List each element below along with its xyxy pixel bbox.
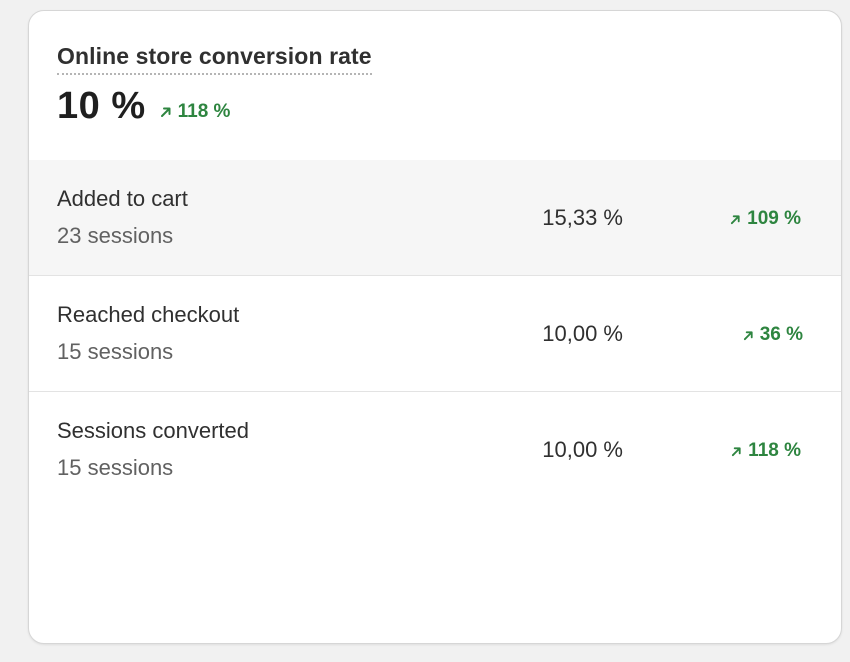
row-change: 109 % [730,208,801,230]
change-value: 118 % [748,440,801,461]
row-rate: 10,00 % [542,437,623,462]
conversion-rate-card: Online store conversion rate 10 % 118 % … [28,10,842,644]
conversion-rate-value: 10 % [57,85,146,127]
card-header: Online store conversion rate 10 % 118 % [29,11,841,129]
row-sessions: 23 sessions [57,223,174,248]
arrow-up-right-icon [731,214,740,224]
change-value: 109 % [747,208,801,229]
arrow-up-right-icon [732,446,741,456]
funnel-list: Added to cart 23 sessions 15,33 % 109 % … [29,160,841,508]
row-change: 118 % [731,440,801,462]
funnel-row-sessions-converted[interactable]: Sessions converted 15 sessions 10,00 % 1… [29,392,841,508]
funnel-row-added-to-cart[interactable]: Added to cart 23 sessions 15,33 % 109 % [29,160,841,276]
metric-row: 10 % 118 % [57,85,841,128]
conversion-rate-change: 118 % [160,101,231,123]
funnel-row-reached-checkout[interactable]: Reached checkout 15 sessions 10,00 % 36 … [29,276,841,392]
row-sessions: 15 sessions [57,455,174,480]
row-label: Sessions converted [57,418,249,443]
change-value: 36 % [759,324,803,345]
card-title[interactable]: Online store conversion rate [57,43,372,75]
row-rate: 10,00 % [542,321,623,346]
change-value: 118 % [177,101,231,122]
arrow-up-right-icon [160,107,171,117]
arrow-up-right-icon [743,330,753,340]
row-sessions: 15 sessions [57,339,174,364]
row-change: 36 % [743,324,803,346]
row-rate: 15,33 % [542,205,623,230]
row-label: Added to cart [57,186,188,211]
row-label: Reached checkout [57,302,240,327]
